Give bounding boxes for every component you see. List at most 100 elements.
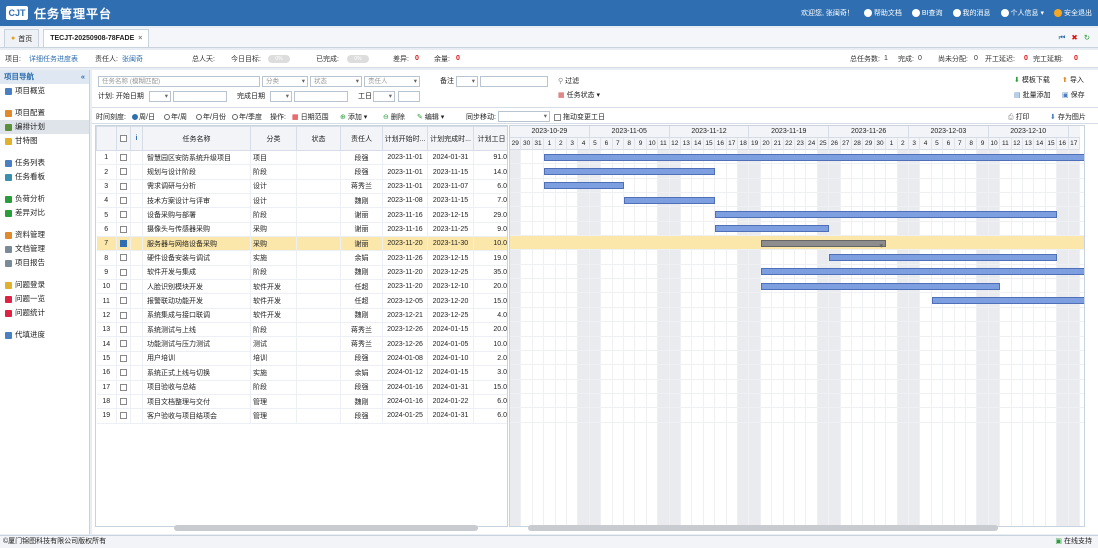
task-name-cell[interactable]: 系统正式上线与切换 bbox=[142, 365, 251, 381]
gantt-task-bar[interactable] bbox=[931, 297, 1084, 304]
start-date-input[interactable] bbox=[173, 91, 227, 102]
gantt-task-bar[interactable] bbox=[544, 153, 1084, 161]
workdays-op-select[interactable] bbox=[373, 91, 395, 102]
batch-add-button[interactable]: ▤ 批量添加 bbox=[1014, 90, 1051, 101]
sidebar-item-files[interactable]: 文档管理 bbox=[0, 242, 89, 256]
row-checkbox[interactable] bbox=[116, 394, 131, 410]
col-category[interactable]: 分类 bbox=[250, 126, 297, 151]
col-plan-start[interactable]: 计划开始时... bbox=[382, 126, 428, 151]
task-name-cell[interactable]: 设备采购与部署 bbox=[142, 207, 251, 223]
gantt-task-bar[interactable] bbox=[760, 282, 1001, 290]
task-name-cell[interactable]: 技术方案设计与评审 bbox=[142, 193, 251, 209]
row-checkbox[interactable] bbox=[116, 179, 131, 195]
delete-button[interactable]: ⊖ 删除 bbox=[383, 112, 405, 122]
sidebar-item-diff[interactable]: 差异对比 bbox=[0, 206, 89, 220]
owner-select[interactable]: 责任人 bbox=[364, 76, 420, 87]
gantt-task-bar[interactable] bbox=[715, 225, 830, 233]
task-name-cell[interactable]: 摄像头与传感器采购 bbox=[142, 222, 251, 238]
scale-year-month[interactable]: 年/月份 bbox=[196, 112, 226, 122]
task-name-cell[interactable]: 报警联动功能开发 bbox=[142, 293, 251, 309]
scale-year-week[interactable]: 年/周 bbox=[164, 112, 187, 122]
row-checkbox[interactable] bbox=[116, 164, 131, 180]
task-name-input[interactable]: 任务名称 (模糊匹配) bbox=[98, 76, 260, 87]
task-name-cell[interactable]: 项目验收与总结 bbox=[142, 380, 251, 395]
scale-week-day[interactable]: 周/日 bbox=[132, 112, 155, 122]
gantt-task-bar[interactable] bbox=[544, 167, 716, 175]
table-row[interactable]: 10 人脸识别模块开发 软件开发 任超 2023-11-20 2023-12-10 20.0 bbox=[96, 279, 507, 295]
task-name-cell[interactable]: 功能测试与压力测试 bbox=[142, 336, 251, 352]
template-download-button[interactable]: ⬇ 模板下载 bbox=[1014, 75, 1050, 86]
col-select-all[interactable] bbox=[116, 126, 131, 151]
table-row[interactable]: 12 系统集成与接口联调 软件开发 魏刚 2023-12-21 2023-12-25 4.0 bbox=[96, 308, 507, 324]
sidebar-item-load[interactable]: 负荷分析 bbox=[0, 192, 89, 206]
row-checkbox[interactable] bbox=[116, 250, 131, 266]
row-checkbox[interactable] bbox=[116, 236, 131, 252]
row-checkbox[interactable] bbox=[116, 279, 131, 295]
add-button[interactable]: ⊕ 添加 ▾ bbox=[340, 112, 367, 122]
task-name-cell[interactable]: 系统集成与接口联调 bbox=[142, 308, 251, 324]
filter-button[interactable]: ⚲ 过滤 bbox=[558, 76, 579, 87]
sidebar-item-kanban[interactable]: 任务看板 bbox=[0, 170, 89, 184]
row-checkbox[interactable] bbox=[116, 408, 131, 424]
gantt-task-bar[interactable] bbox=[760, 268, 1084, 276]
end-date-input[interactable] bbox=[294, 91, 348, 102]
print-button[interactable]: ⎙ 打印 bbox=[1008, 112, 1030, 122]
col-task-name[interactable]: 任务名称 bbox=[142, 126, 251, 151]
drag-change-checkbox[interactable]: 拖动变更工日 bbox=[554, 112, 605, 122]
table-row[interactable]: 14 功能测试与压力测试 测试 蒋秀兰 2023-12-26 2024-01-05 10.0 bbox=[96, 336, 507, 352]
table-row[interactable]: 13 系统测试与上线 阶段 蒋秀兰 2023-12-26 2024-01-15 20.0 bbox=[96, 322, 507, 338]
row-checkbox[interactable] bbox=[116, 207, 131, 223]
online-support-link[interactable]: ▣ 在线支持 bbox=[1055, 536, 1092, 548]
tab-home[interactable]: ● 首页 bbox=[4, 29, 40, 47]
scale-year-quarter[interactable]: 年/季度 bbox=[232, 112, 262, 122]
col-workdays[interactable]: 计划工日 bbox=[473, 126, 507, 151]
col-status[interactable]: 状态 bbox=[296, 126, 341, 151]
task-name-cell[interactable]: 软件开发与集成 bbox=[142, 265, 251, 281]
table-row[interactable]: 2 规划与设计阶段 阶段 段强 2023-11-01 2023-11-15 14.0 bbox=[96, 164, 507, 180]
table-row[interactable]: 16 系统正式上线与切换 实施 余娟 2024-01-12 2024-01-15 3.0 bbox=[96, 365, 507, 381]
end-op-select[interactable] bbox=[270, 91, 292, 102]
row-checkbox[interactable] bbox=[116, 380, 131, 395]
table-row[interactable]: 9 软件开发与集成 阶段 魏刚 2023-11-20 2023-12-25 35.0 bbox=[96, 265, 507, 281]
project-name[interactable]: 详细任务进度表 bbox=[29, 54, 78, 64]
row-checkbox[interactable] bbox=[116, 351, 131, 367]
save-button[interactable]: ▣ 保存 bbox=[1062, 90, 1085, 101]
category-select[interactable]: 分类 bbox=[262, 76, 308, 87]
table-row[interactable]: 15 用户培训 培训 段强 2024-01-08 2024-01-10 2.0 bbox=[96, 351, 507, 367]
sidebar-item-task-list[interactable]: 任务列表 bbox=[0, 156, 89, 170]
table-row[interactable]: 19 客户验收与项目结项会 管理 段强 2024-01-25 2024-01-31 6.0 bbox=[96, 408, 507, 424]
task-name-cell[interactable]: 人脸识别模块开发 bbox=[142, 279, 251, 295]
task-name-cell[interactable]: 客户验收与项目结项会 bbox=[142, 408, 251, 424]
grid-scrollbar[interactable] bbox=[174, 525, 478, 531]
table-row[interactable]: 11 报警联动功能开发 软件开发 任超 2023-12-05 2023-12-20 15.0 bbox=[96, 293, 507, 309]
table-row[interactable]: 1 智慧园区安防系统升级项目 项目 段强 2023-11-01 2024-01-31 91.… bbox=[96, 150, 507, 166]
sidebar-item-issue-log[interactable]: 问题登录 bbox=[0, 278, 89, 292]
task-name-cell[interactable]: 硬件设备安装与调试 bbox=[142, 250, 251, 266]
task-name-cell[interactable]: 项目文档整理与交付 bbox=[142, 394, 251, 410]
sidebar-item-report[interactable]: 项目报告 bbox=[0, 256, 89, 270]
tab-task[interactable]: TECJT-20250908-78FADE × bbox=[43, 29, 150, 47]
col-plan-end[interactable]: 计划完成时... bbox=[427, 126, 474, 151]
task-name-cell[interactable]: 服务器与网络设备采购 bbox=[142, 236, 251, 252]
gantt-task-bar[interactable] bbox=[760, 239, 887, 250]
table-row[interactable]: 6 摄像头与传感器采购 采购 谢丽 2023-11-16 2023-11-25 9.0 bbox=[96, 222, 507, 238]
sync-select[interactable] bbox=[498, 111, 550, 122]
gantt-task-bar[interactable] bbox=[624, 196, 716, 204]
first-icon[interactable]: ⏮ bbox=[1059, 33, 1066, 43]
task-name-cell[interactable]: 规划与设计阶段 bbox=[142, 164, 251, 180]
task-name-cell[interactable]: 需求调研与分析 bbox=[142, 179, 251, 195]
save-image-button[interactable]: ⬇ 存为图片 bbox=[1050, 112, 1086, 122]
row-checkbox[interactable] bbox=[116, 322, 131, 338]
table-row[interactable]: 7 服务器与网络设备采购 采购 谢丽 2023-11-20 2023-11-30 10.0 bbox=[96, 236, 507, 252]
row-checkbox[interactable] bbox=[116, 336, 131, 352]
row-checkbox[interactable] bbox=[116, 265, 131, 281]
profile-link[interactable]: 个人信息 ▾ bbox=[1000, 8, 1044, 18]
sidebar-item-config[interactable]: 项目配置 bbox=[0, 106, 89, 120]
row-checkbox[interactable] bbox=[116, 308, 131, 324]
row-checkbox[interactable] bbox=[116, 193, 131, 209]
bi-link[interactable]: BI查询 bbox=[911, 8, 943, 18]
sidebar-item-docs[interactable]: 资料管理 bbox=[0, 228, 89, 242]
sidebar-item-proxy[interactable]: 代填进度 bbox=[0, 328, 89, 342]
task-name-cell[interactable]: 系统测试与上线 bbox=[142, 322, 251, 338]
row-checkbox[interactable] bbox=[116, 293, 131, 309]
